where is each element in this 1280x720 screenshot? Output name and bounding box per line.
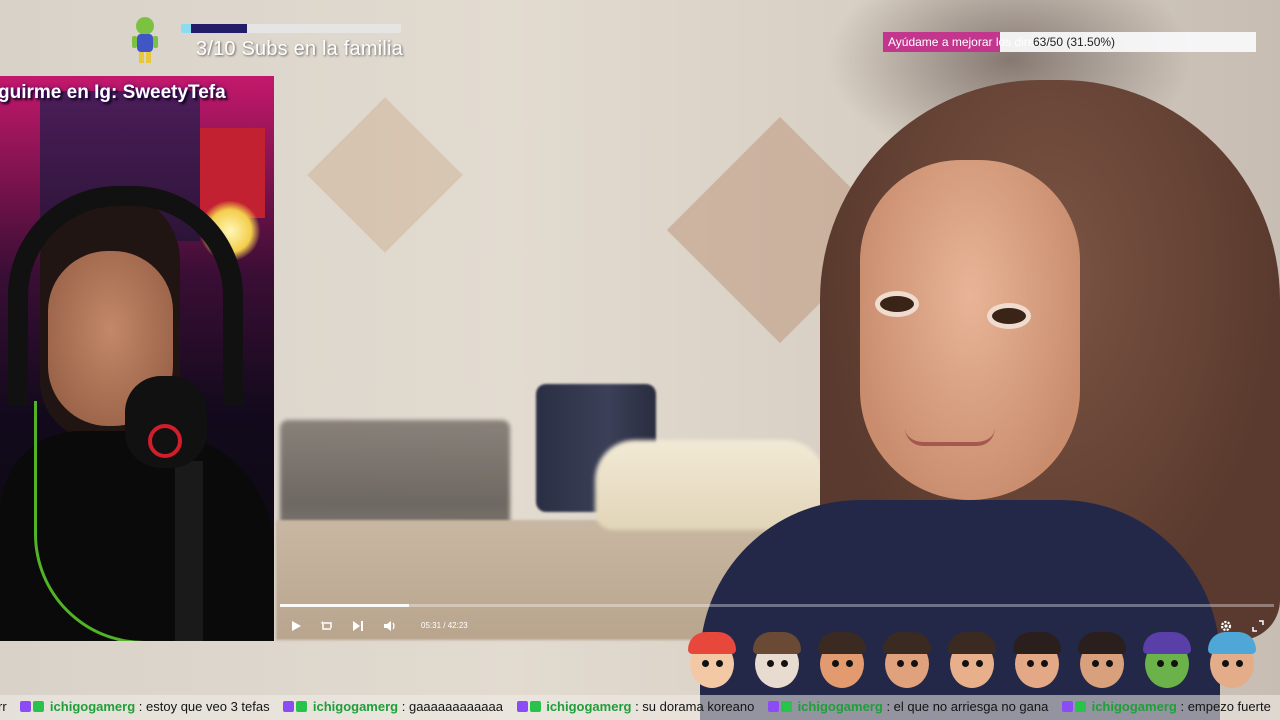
emote-hair — [1143, 632, 1191, 654]
kiss-emote — [1005, 628, 1069, 694]
emote-eye — [911, 660, 918, 667]
emote-eye — [976, 660, 983, 667]
chat-text: : su dorama koreano — [635, 699, 755, 714]
loop-button[interactable] — [319, 618, 335, 634]
poll-widget: Ayúdame a mejorar los directos 63/50 (31… — [883, 32, 1256, 52]
gun-emote — [1070, 628, 1134, 694]
seek-bar[interactable] — [280, 604, 1274, 607]
emote-eye — [846, 660, 853, 667]
chat-text: : el que no arriesga no gana — [886, 699, 1049, 714]
emote-hair — [1078, 632, 1126, 654]
volume-icon — [383, 621, 395, 631]
chat-text: : gaaaaaaaaaaaa — [401, 699, 503, 714]
chat-username[interactable]: ichigogamerg — [546, 699, 631, 714]
chat-username[interactable]: ichigogamerg — [50, 699, 135, 714]
webcam-overlay: guirme en Ig: SweetyTefa — [0, 76, 274, 641]
sub-goal-fill — [181, 24, 247, 33]
angel-emote — [940, 628, 1004, 694]
emote-eye — [716, 660, 723, 667]
emote-hair — [688, 632, 736, 654]
current-time: 05:31 — [421, 621, 442, 630]
chat-ticker: rr ichigogamerg : estoy que veo 3 tefas … — [0, 695, 1280, 720]
chat-message: ichigogamerg : el que no arriesga no gan… — [767, 699, 1049, 714]
volume-button[interactable] — [381, 618, 397, 634]
chat-text: : estoy que veo 3 tefas — [138, 699, 270, 714]
chat-message: ichigogamerg : estoy que veo 3 tefas — [20, 699, 270, 714]
girl-eye — [992, 308, 1026, 324]
loop-icon — [321, 621, 332, 630]
verified-badge-icon — [296, 701, 308, 712]
verified-badge-icon — [1074, 701, 1086, 712]
emote-hair — [1208, 632, 1256, 654]
emote-eye — [781, 660, 788, 667]
chat-track: rr ichigogamerg : estoy que veo 3 tefas … — [0, 699, 1280, 714]
emote-eye — [1027, 660, 1034, 667]
time-display: 05:31 / 42:23 — [421, 621, 468, 630]
emote-eye — [1041, 660, 1048, 667]
emote-eye — [962, 660, 969, 667]
poll-label: Ayúdame a mejorar los directos — [888, 35, 1057, 49]
chat-message: ichigogamerg : empezo fuerte — [1061, 699, 1271, 714]
emote-hair — [1013, 632, 1061, 654]
webcam-label: guirme en Ig: SweetyTefa — [0, 82, 226, 103]
chat-username[interactable]: ichigogamerg — [798, 699, 883, 714]
angry-fire-emote — [810, 628, 874, 694]
emote-eye — [702, 660, 709, 667]
clown-emote — [680, 628, 744, 694]
emote-eye — [832, 660, 839, 667]
mascot-icon — [132, 17, 158, 63]
mic-arm — [175, 461, 203, 641]
emote-eye — [1236, 660, 1243, 667]
verified-badge-icon — [529, 701, 541, 712]
chat-text: : empezo fuerte — [1180, 699, 1271, 714]
wall-tile — [307, 97, 463, 253]
chat-text: rr — [0, 699, 7, 714]
skip-next-icon — [353, 621, 363, 631]
emote-eye — [1171, 660, 1178, 667]
chat-username[interactable]: ichigogamerg — [313, 699, 398, 714]
play-button[interactable] — [288, 618, 304, 634]
emote-hair — [818, 632, 866, 654]
sub-badge-icon — [1061, 701, 1073, 712]
emote-eye — [1092, 660, 1099, 667]
sub-badge-icon — [20, 701, 32, 712]
emote-hair — [883, 632, 931, 654]
emote-eye — [1222, 660, 1229, 667]
girl-eye — [880, 296, 914, 312]
chat-message: ichigogamerg : su dorama koreano — [516, 699, 755, 714]
headphones-icon — [8, 186, 243, 406]
sub-goal-progress — [181, 24, 401, 33]
sleep-emote — [1200, 628, 1264, 694]
emote-eye — [1157, 660, 1164, 667]
seek-bar-fill — [280, 604, 410, 607]
chat-username[interactable]: ichigogamerg — [1092, 699, 1177, 714]
play-icon — [292, 621, 301, 631]
sub-goal-text: 3/10 Subs en la familia — [196, 38, 403, 60]
emote-strip — [680, 628, 1280, 696]
time-separator: / — [443, 621, 446, 630]
next-button[interactable] — [350, 618, 366, 634]
emote-hair — [948, 632, 996, 654]
emote-eye — [1106, 660, 1113, 667]
poll-count: 63/50 (31.50%) — [1033, 35, 1116, 49]
sub-badge-icon — [283, 701, 295, 712]
sub-badge-icon — [516, 701, 528, 712]
sub-badge-icon — [767, 701, 779, 712]
emote-hair — [753, 632, 801, 654]
heart-hug-emote — [875, 628, 939, 694]
pepe-hood-emote — [1135, 628, 1199, 694]
duration: 42:23 — [447, 621, 468, 630]
girl-face — [860, 160, 1080, 500]
chat-message: rr — [0, 699, 7, 714]
chat-message: ichigogamerg : gaaaaaaaaaaaa — [283, 699, 503, 714]
verified-badge-icon — [33, 701, 45, 712]
monster-emote — [745, 628, 809, 694]
girl-mouth — [905, 428, 995, 446]
emote-eye — [897, 660, 904, 667]
mic-logo-icon — [148, 424, 182, 458]
emote-eye — [767, 660, 774, 667]
verified-badge-icon — [780, 701, 792, 712]
